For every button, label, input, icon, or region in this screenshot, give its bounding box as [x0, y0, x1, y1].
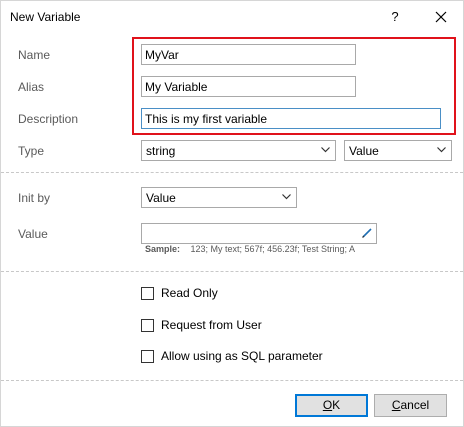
description-label: Description — [18, 112, 79, 126]
sql-parameter-checkbox[interactable] — [141, 350, 154, 363]
ok-label-rest: K — [332, 398, 341, 412]
title-bar: New Variable ? — [1, 1, 463, 33]
read-only-checkbox[interactable] — [141, 287, 154, 300]
value-input[interactable] — [141, 223, 377, 244]
chevron-down-icon — [321, 147, 330, 153]
chevron-down-icon — [437, 147, 446, 153]
alias-label: Alias — [18, 80, 45, 94]
cancel-label-rest: ancel — [400, 398, 430, 412]
new-variable-dialog: New Variable ? Name MyVar Alias My Varia… — [0, 0, 464, 427]
cancel-button[interactable]: Cancel — [374, 394, 447, 417]
type-select-value: string — [146, 144, 176, 158]
read-only-label: Read Only — [161, 286, 218, 300]
sample-text: 123; My text; 567f; 456.23f; Test String… — [190, 244, 355, 254]
init-by-value: Value — [146, 191, 176, 205]
sample-title: Sample: — [145, 244, 181, 254]
separator — [1, 172, 463, 173]
separator — [1, 380, 463, 381]
type-label: Type — [18, 144, 45, 158]
init-by-label: Init by — [18, 191, 51, 205]
type-select[interactable]: string — [141, 140, 336, 161]
ok-mnemonic: O — [322, 398, 333, 412]
ok-button[interactable]: OK — [295, 394, 368, 417]
sql-parameter-label: Allow using as SQL parameter — [161, 349, 323, 363]
close-icon — [435, 11, 447, 23]
separator — [1, 271, 463, 272]
help-button[interactable]: ? — [383, 5, 407, 29]
name-label: Name — [18, 48, 51, 62]
value-label: Value — [18, 227, 48, 241]
chevron-down-icon — [282, 194, 291, 200]
close-button[interactable] — [429, 5, 453, 29]
request-from-user-label: Request from User — [161, 318, 262, 332]
request-from-user-checkbox[interactable] — [141, 319, 154, 332]
sample-hint: Sample: 123; My text; 567f; 456.23f; Tes… — [145, 244, 355, 254]
type-mode-select[interactable]: Value — [344, 140, 452, 161]
init-by-select[interactable]: Value — [141, 187, 297, 208]
type-mode-value: Value — [349, 144, 379, 158]
pencil-icon[interactable] — [361, 227, 373, 239]
highlight-frame — [132, 37, 456, 135]
window-title: New Variable — [10, 10, 81, 24]
